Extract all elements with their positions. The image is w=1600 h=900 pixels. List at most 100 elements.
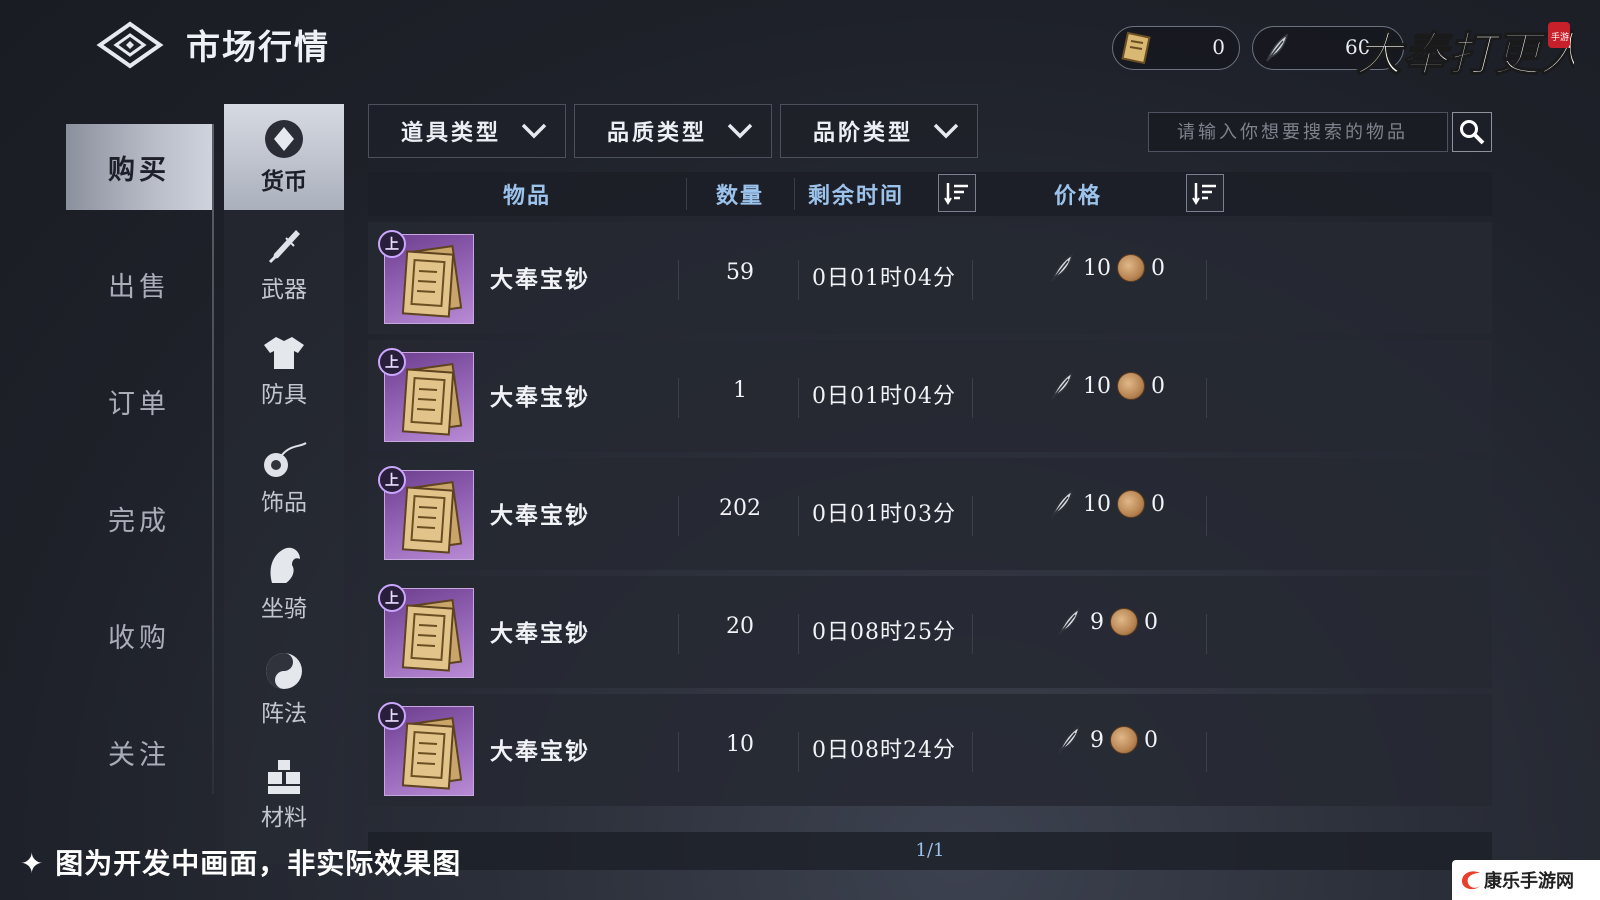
price-feather-amount: 10 xyxy=(1083,491,1111,517)
sword-icon xyxy=(268,230,300,264)
table-row[interactable]: 上 大奉宝钞 202 0日01时03分 10 0 xyxy=(368,458,1492,570)
price-coin-amount: 0 xyxy=(1151,255,1165,281)
filter-label: 品阶类型 xyxy=(813,120,914,146)
item-name: 大奉宝钞 xyxy=(490,502,590,529)
logo-text: 大奉打更人 xyxy=(1356,27,1574,81)
filter-quality-type[interactable]: 品质类型 xyxy=(574,104,772,158)
table-row[interactable]: 上 大奉宝钞 1 0日01时04分 10 0 xyxy=(368,340,1492,452)
feather-icon xyxy=(1051,371,1074,400)
copper-coin-icon xyxy=(1117,490,1145,518)
filter-item-type[interactable]: 道具类型 xyxy=(368,104,566,158)
item-name: 大奉宝钞 xyxy=(490,266,590,293)
watermark-logo-icon xyxy=(1462,871,1480,890)
banknote-icon xyxy=(1121,31,1151,65)
chevron-down-icon xyxy=(933,123,959,139)
pagination-bar: 1/1 xyxy=(368,832,1492,870)
search-button[interactable] xyxy=(1452,112,1492,152)
header-remaining-time: 剩余时间 xyxy=(807,183,904,209)
tab-orders[interactable]: 订单 xyxy=(66,358,212,444)
price-coin-amount: 0 xyxy=(1151,373,1165,399)
currency-1-value: 0 xyxy=(1212,35,1225,59)
category-currency[interactable]: 货币 xyxy=(224,104,344,210)
tab-sell[interactable]: 出售 xyxy=(66,241,212,327)
category-label: 阵法 xyxy=(261,701,307,727)
category-label: 武器 xyxy=(261,277,307,303)
category-accessory[interactable]: 饰品 xyxy=(224,424,344,530)
category-label: 材料 xyxy=(261,805,307,831)
horse-icon xyxy=(270,547,300,583)
item-price: 9 0 xyxy=(986,606,1226,638)
category-weapon[interactable]: 武器 xyxy=(224,212,344,318)
copper-coin-icon xyxy=(1117,372,1145,400)
category-label: 防具 xyxy=(261,382,307,408)
item-name: 大奉宝钞 xyxy=(490,620,590,647)
filter-grade-type[interactable]: 品阶类型 xyxy=(780,104,978,158)
header-item: 物品 xyxy=(502,183,551,209)
feather-icon xyxy=(1266,33,1289,62)
sort-descending-icon xyxy=(1192,183,1216,205)
remaining-time: 0日01时04分 xyxy=(812,384,956,409)
copper-coin-icon xyxy=(1117,254,1145,282)
category-label: 坐骑 xyxy=(261,596,307,622)
item-price: 10 0 xyxy=(986,370,1226,402)
category-material[interactable]: 材料 xyxy=(224,742,344,848)
remaining-time: 0日01时04分 xyxy=(812,266,956,291)
page-indicator: 1/1 xyxy=(915,840,945,861)
currency-display-banknote: 0 xyxy=(1112,26,1240,70)
sort-descending-icon xyxy=(944,183,968,205)
table-header: 物品 数量 剩余时间 价格 xyxy=(368,172,1492,216)
search-input[interactable] xyxy=(1148,112,1448,152)
category-label: 饰品 xyxy=(261,490,307,516)
material-icon xyxy=(268,760,300,794)
tab-purchase-request[interactable]: 收购 xyxy=(66,592,212,678)
item-name: 大奉宝钞 xyxy=(490,738,590,765)
item-quantity: 1 xyxy=(733,378,747,403)
item-price: 9 0 xyxy=(986,724,1226,756)
left-tab-rail: 购买 出售 订单 完成 收购 关注 xyxy=(66,124,212,794)
item-quantity: 59 xyxy=(726,260,754,285)
grade-badge: 上 xyxy=(378,702,406,730)
category-armor[interactable]: 防具 xyxy=(224,318,344,424)
category-column: 货币 武器 防具 饰品 坐骑 阵法 材料 xyxy=(224,104,344,864)
tab-completed[interactable]: 完成 xyxy=(66,475,212,561)
page-title: 市场行情 xyxy=(186,28,330,68)
filter-label: 品质类型 xyxy=(607,120,708,146)
table-row[interactable]: 上 大奉宝钞 59 0日01时04分 10 0 xyxy=(368,222,1492,334)
sort-price-button[interactable] xyxy=(1186,174,1224,212)
armor-icon xyxy=(264,337,304,369)
logo-badge: 手游 xyxy=(1551,31,1569,43)
item-quantity: 20 xyxy=(726,614,754,639)
category-mount[interactable]: 坐骑 xyxy=(224,530,344,636)
left-divider xyxy=(212,124,214,794)
diamond-icon xyxy=(265,120,303,158)
formation-icon xyxy=(266,653,302,689)
item-quantity: 10 xyxy=(726,732,754,757)
price-feather-amount: 9 xyxy=(1090,609,1104,635)
remaining-time: 0日01时03分 xyxy=(812,502,956,527)
search-icon xyxy=(1460,120,1485,145)
copper-coin-icon xyxy=(1110,608,1138,636)
back-icon[interactable] xyxy=(96,20,164,70)
category-label: 货币 xyxy=(261,168,307,195)
sort-remaining-time-button[interactable] xyxy=(938,174,976,212)
table-row[interactable]: 上 大奉宝钞 10 0日08时24分 9 0 xyxy=(368,694,1492,806)
price-feather-amount: 10 xyxy=(1083,255,1111,281)
item-name: 大奉宝钞 xyxy=(490,384,590,411)
category-formation[interactable]: 阵法 xyxy=(224,636,344,742)
game-logo: 大奉打更人 手游 xyxy=(1352,14,1587,86)
price-coin-amount: 0 xyxy=(1144,609,1158,635)
header-price: 价格 xyxy=(1053,183,1102,209)
accessory-icon xyxy=(264,442,307,477)
header-quantity: 数量 xyxy=(715,183,764,209)
grade-badge: 上 xyxy=(378,230,406,258)
grade-badge: 上 xyxy=(378,348,406,376)
tab-watchlist[interactable]: 关注 xyxy=(66,709,212,795)
item-price: 10 0 xyxy=(986,252,1226,284)
price-feather-amount: 10 xyxy=(1083,373,1111,399)
item-price: 10 0 xyxy=(986,488,1226,520)
dev-notice: ✦ 图为开发中画面，非实际效果图 xyxy=(20,847,462,880)
table-row[interactable]: 上 大奉宝钞 20 0日08时25分 9 0 xyxy=(368,576,1492,688)
item-quantity: 202 xyxy=(719,496,761,521)
remaining-time: 0日08时25分 xyxy=(812,620,956,645)
tab-buy[interactable]: 购买 xyxy=(66,124,212,210)
